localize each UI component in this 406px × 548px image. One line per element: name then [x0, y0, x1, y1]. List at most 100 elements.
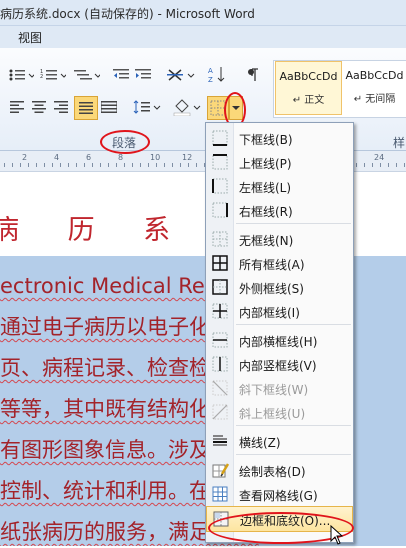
menu-item-label: 上框线(P) [239, 157, 292, 171]
tab-view[interactable]: 视图 [18, 29, 42, 46]
menu-item-horizontal-line[interactable]: 横线(Z) [206, 429, 353, 453]
ruler-tick [140, 163, 141, 167]
justify-icon [79, 102, 93, 114]
increase-indent-button[interactable] [134, 66, 154, 84]
ruler-tick [404, 163, 405, 167]
ruler-tick [356, 163, 357, 167]
multilevel-list-button[interactable] [72, 66, 102, 84]
decrease-indent-button[interactable] [112, 66, 132, 84]
ruler-tick [156, 163, 157, 167]
menu-item-diagonal-down-border: 斜下框线(W) [206, 376, 353, 400]
menu-item-right-border[interactable]: 右框线(R) [206, 198, 353, 222]
ruler-tick [396, 163, 397, 167]
ruler-tick [92, 163, 93, 167]
align-left-button[interactable] [8, 98, 26, 116]
bottom-border-icon [211, 129, 229, 147]
right-border-icon [211, 201, 229, 219]
menu-item-bottom-border[interactable]: 下框线(B) [206, 126, 353, 150]
menu-item-label: 绘制表格(D) [239, 465, 306, 479]
menu-item-label: 内部横框线(H) [239, 335, 318, 349]
ruler-tick [116, 163, 117, 167]
menu-item-inside-borders[interactable]: 内部框线(I) [206, 299, 353, 323]
cursor-arrow-icon [330, 524, 344, 545]
ruler-tick [108, 163, 109, 167]
menu-item-top-border[interactable]: 上框线(P) [206, 150, 353, 174]
styles-group-label: 样 [393, 136, 406, 150]
view-gridlines-icon [211, 485, 229, 503]
diagonal-down-border-icon [211, 379, 229, 397]
align-center-icon [32, 101, 46, 113]
menu-item-outside-borders[interactable]: 外侧框线(S) [206, 275, 353, 299]
line-spacing-icon [133, 100, 161, 114]
menu-item-label: 外侧框线(S) [239, 282, 304, 296]
sort-icon: AZ [208, 67, 225, 84]
bullets-icon [9, 69, 34, 81]
ruler-number: 8 [118, 153, 124, 162]
ruler-number: 10 [150, 153, 161, 162]
chinese-layout-icon [167, 69, 195, 81]
ruler-tick [28, 163, 29, 167]
chinese-layout-button[interactable] [166, 66, 196, 84]
show-marks-button[interactable] [244, 66, 262, 84]
style-normal[interactable]: AaBbCcDd ↵ 正文 [275, 61, 342, 115]
ruler-tick [388, 163, 389, 167]
menu-item-left-border[interactable]: 左框线(L) [206, 174, 353, 198]
ruler-tick [180, 163, 181, 167]
left-border-icon [211, 177, 229, 195]
bullets-button[interactable] [6, 66, 36, 84]
ruler-tick [188, 163, 189, 167]
inside-borders-icon [211, 302, 229, 320]
ruler-number: 6 [86, 153, 92, 162]
ruler-number: 24 [374, 153, 385, 162]
menu-item-label: 查看网格线(G) [239, 489, 318, 503]
numbering-icon: 12 [40, 69, 66, 80]
menu-item-view-gridlines[interactable]: 查看网格线(G) [206, 482, 353, 506]
paragraph-mark-icon [248, 68, 258, 81]
ruler-tick [20, 163, 21, 167]
menu-item-draw-table[interactable]: 绘制表格(D) [206, 458, 353, 482]
ruler-tick [172, 163, 173, 167]
menu-item-label: 斜上框线(U) [239, 407, 306, 421]
ruler-tick [60, 163, 61, 167]
ruler-tick [364, 163, 365, 167]
justify-button[interactable] [74, 96, 98, 120]
align-right-button[interactable] [52, 98, 70, 116]
align-center-button[interactable] [30, 98, 48, 116]
borders-dropdown-menu: 下框线(B) 上框线(P) 左框线(L) 右框线(R) 无框线(N) 所有框线(A) 外侧框… [205, 122, 354, 543]
menu-item-no-border[interactable]: 无框线(N) [206, 227, 353, 251]
menu-item-inside-vertical-border[interactable]: 内部竖框线(V) [206, 352, 353, 376]
ruler-tick [132, 163, 133, 167]
menu-item-inside-horizontal-border[interactable]: 内部横框线(H) [206, 328, 353, 352]
ruler-tick [196, 163, 197, 167]
numbering-button[interactable]: 12 [38, 66, 68, 84]
menu-item-all-borders[interactable]: 所有框线(A) [206, 251, 353, 275]
ruler-tick [76, 163, 77, 167]
ruler-tick [380, 163, 381, 167]
sort-button[interactable]: AZ [206, 64, 228, 86]
distributed-icon [101, 101, 117, 113]
ruler-tick [36, 163, 37, 167]
ruler-tick [44, 163, 45, 167]
line-spacing-button[interactable] [132, 98, 162, 116]
menu-separator [236, 425, 351, 426]
menu-item-label: 所有框线(A) [239, 258, 305, 272]
menu-item-label: 右框线(R) [239, 205, 293, 219]
ruler-number: 2 [22, 153, 28, 162]
menu-item-diagonal-up-border: 斜上框线(U) [206, 400, 353, 424]
style-no-spacing[interactable]: AaBbCcDd ↵ 无间隔 [342, 61, 406, 115]
style-name: ↵ 无间隔 [353, 94, 396, 105]
draw-table-icon [211, 461, 230, 479]
menu-item-label: 横线(Z) [239, 436, 281, 450]
inside-vertical-border-icon [211, 355, 229, 373]
ruler-number: 12 [182, 153, 193, 162]
ruler-tick [12, 163, 13, 167]
distributed-button[interactable] [100, 98, 118, 116]
inside-horizontal-border-icon [211, 331, 229, 349]
multilevel-list-icon [74, 70, 100, 80]
menu-item-label: 内部竖框线(V) [239, 359, 317, 373]
menu-item-label: 斜下框线(W) [239, 383, 309, 397]
annotation-ellipse-group-label [100, 130, 150, 154]
shading-button[interactable] [172, 96, 202, 118]
menu-item-label: 内部框线(I) [239, 306, 300, 320]
style-sample: AaBbCcDd [345, 69, 404, 82]
